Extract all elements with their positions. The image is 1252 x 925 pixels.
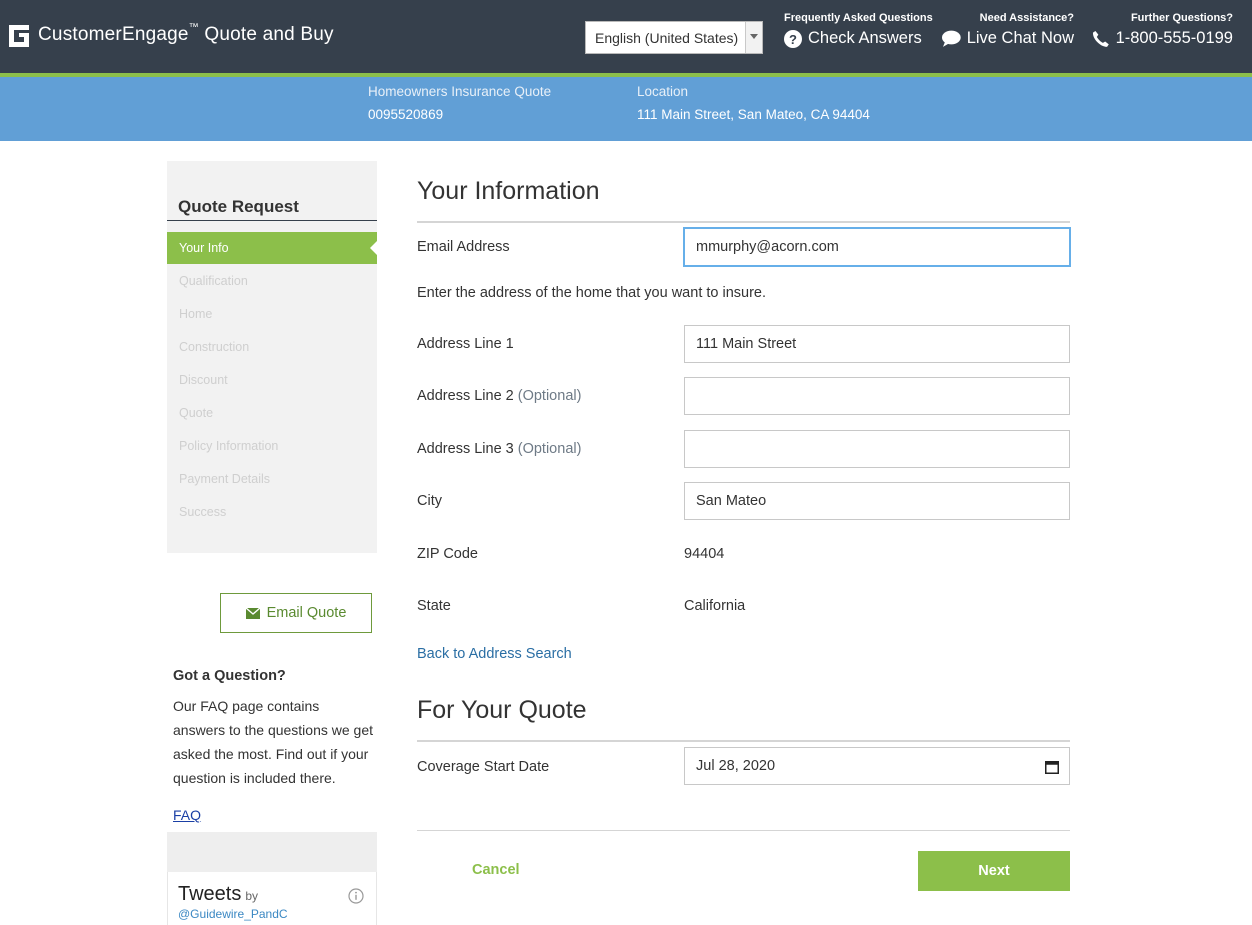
coverage-start-date-input[interactable]: Jul 28, 2020: [684, 747, 1070, 785]
step-construction[interactable]: Construction: [167, 331, 377, 363]
tweets-header-area: [167, 832, 377, 872]
address-line-1-input[interactable]: [684, 325, 1070, 363]
phone-help-block: Further Questions? 1-800-555-0199: [1092, 12, 1233, 48]
tweets-title: Tweets by: [178, 883, 259, 905]
tweets-widget: Tweets by @Guidewire_PandC: [167, 872, 377, 925]
section-divider: [417, 740, 1070, 742]
tweets-handle-link[interactable]: @Guidewire_PandC: [178, 907, 288, 921]
chevron-down-icon[interactable]: [745, 22, 762, 53]
location-block: Location 111 Main Street, San Mateo, CA …: [637, 84, 870, 122]
top-header: CustomerEngage™ Quote and Buy English (U…: [0, 0, 1252, 73]
question-circle-icon: ?: [784, 29, 802, 48]
live-chat-link[interactable]: Live Chat Now: [942, 29, 1074, 48]
step-your-info[interactable]: Your Info: [167, 232, 378, 264]
phone-number: 1-800-555-0199: [1115, 29, 1233, 47]
phone-link[interactable]: 1-800-555-0199: [1092, 29, 1233, 48]
quote-request-sidebar: Quote Request Your Info Qualification Ho…: [167, 161, 378, 553]
step-success[interactable]: Success: [167, 496, 377, 528]
coverage-start-date-value: Jul 28, 2020: [696, 758, 776, 774]
quote-caption: Homeowners Insurance Quote: [368, 84, 552, 99]
address-line-3-input[interactable]: [684, 430, 1070, 468]
state-label: State: [417, 598, 451, 614]
address-instruction: Enter the address of the home that you w…: [417, 285, 767, 301]
step-discount[interactable]: Discount: [167, 364, 377, 396]
chat-help-block: Need Assistance? Live Chat Now: [942, 12, 1074, 48]
step-payment-details[interactable]: Payment Details: [167, 463, 377, 495]
check-answers-link[interactable]: ? Check Answers: [784, 29, 933, 48]
quote-number: 0095520869: [368, 107, 444, 122]
for-your-quote-title: For Your Quote: [417, 696, 587, 724]
phone-caption: Further Questions?: [1130, 12, 1233, 24]
faq-help-block: Frequently Asked Questions ? Check Answe…: [784, 12, 933, 48]
step-quote[interactable]: Quote: [167, 397, 377, 429]
back-to-address-search-link[interactable]: Back to Address Search: [417, 646, 572, 662]
address-line-3-label: Address Line 3 (Optional): [417, 441, 582, 457]
live-chat-label: Live Chat Now: [966, 29, 1074, 47]
email-input[interactable]: [684, 228, 1070, 266]
svg-text:?: ?: [789, 32, 797, 47]
address-line-2-label: Address Line 2 (Optional): [417, 388, 582, 404]
state-value: California: [684, 598, 746, 614]
step-policy-information[interactable]: Policy Information: [167, 430, 377, 462]
check-answers-label: Check Answers: [808, 29, 922, 47]
brand-title: CustomerEngage™ Quote and Buy: [38, 22, 334, 45]
quote-summary-bar: Homeowners Insurance Quote 0095520869 Lo…: [0, 77, 1252, 141]
language-value: English (United States): [595, 30, 739, 46]
chat-caption: Need Assistance?: [979, 12, 1074, 24]
location-value: 111 Main Street, San Mateo, CA 94404: [637, 107, 870, 122]
location-caption: Location: [637, 84, 689, 99]
language-select[interactable]: English (United States): [585, 21, 763, 54]
calendar-icon[interactable]: [1045, 760, 1059, 774]
envelope-icon: [245, 607, 260, 619]
zip-value: 94404: [684, 546, 725, 562]
section-divider: [417, 221, 1070, 223]
address-line-2-input[interactable]: [684, 377, 1070, 415]
guidewire-logo-icon: [9, 25, 29, 47]
email-label: Email Address: [417, 239, 510, 255]
coverage-start-date-label: Coverage Start Date: [417, 759, 550, 775]
faq-link[interactable]: FAQ: [173, 807, 201, 823]
got-question-text: Our FAQ page contains answers to the que…: [173, 698, 374, 786]
city-input[interactable]: [684, 482, 1070, 520]
info-icon[interactable]: [348, 888, 364, 904]
step-home[interactable]: Home: [167, 298, 377, 330]
actions-divider: [417, 830, 1070, 831]
sidebar-divider: [167, 220, 377, 221]
city-label: City: [417, 493, 442, 509]
phone-icon: [1092, 30, 1109, 47]
next-button[interactable]: Next: [918, 851, 1070, 891]
quote-number-block: Homeowners Insurance Quote 0095520869: [368, 84, 551, 122]
email-quote-button[interactable]: Email Quote: [220, 593, 372, 633]
zip-label: ZIP Code: [417, 546, 478, 562]
address-line-1-label: Address Line 1: [417, 336, 514, 352]
faq-caption: Frequently Asked Questions: [784, 12, 933, 24]
chat-bubble-icon: [942, 30, 961, 47]
step-qualification[interactable]: Qualification: [167, 265, 377, 297]
sidebar-title: Quote Request: [178, 197, 299, 216]
got-question-heading: Got a Question?: [173, 668, 286, 684]
cancel-button[interactable]: Cancel: [472, 862, 520, 878]
your-information-title: Your Information: [417, 177, 600, 205]
email-quote-label: Email Quote: [266, 605, 347, 621]
